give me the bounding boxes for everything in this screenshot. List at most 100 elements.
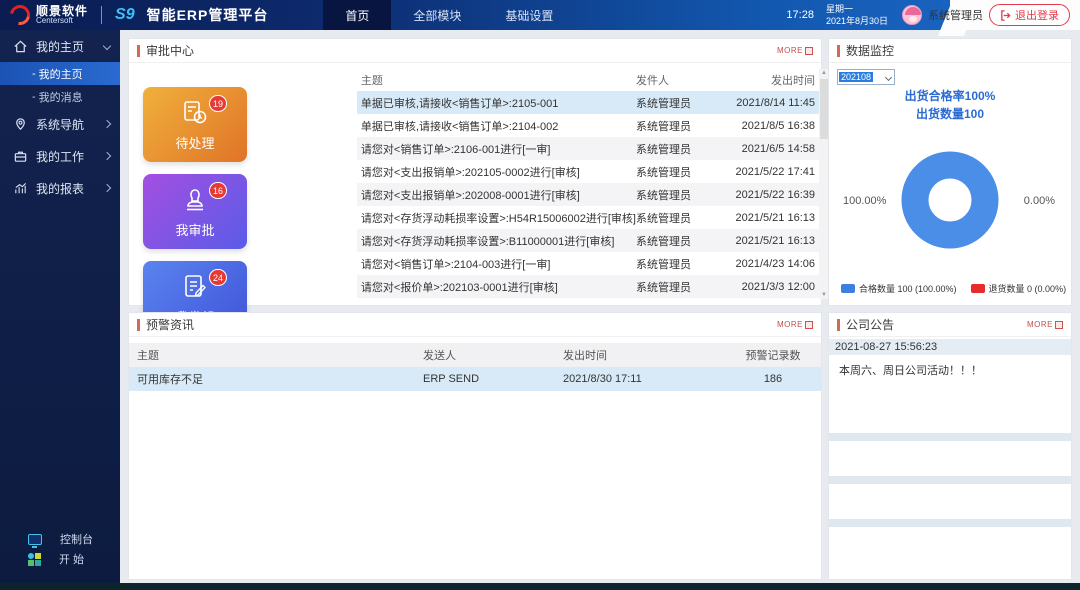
sidebar-item-label: 系统导航 — [36, 116, 96, 133]
clock-time: 17:28 — [786, 9, 814, 21]
more-label: MORE — [777, 320, 803, 329]
my-approvals-badge: 16 — [209, 182, 227, 199]
table-row[interactable]: 请您对<销售订单>:2106-001进行[一审] 系统管理员 2021/6/5 … — [357, 137, 819, 160]
announcements-title: 公司公告 — [846, 316, 894, 333]
more-icon — [1055, 321, 1063, 329]
table-row[interactable]: 单据已审核,请接收<销售订单>:2105-001 系统管理员 2021/8/14… — [357, 91, 819, 114]
tab-all-modules[interactable]: 全部模块 — [391, 0, 483, 30]
more-label: MORE — [777, 46, 803, 55]
bottom-bar — [0, 583, 1080, 590]
period-select[interactable]: 202108 — [837, 69, 895, 85]
announcements-more-link[interactable]: MORE — [1027, 320, 1063, 329]
panel-accent — [837, 45, 840, 57]
chevron-down-icon — [885, 73, 892, 80]
chevron-right-icon — [103, 120, 111, 128]
approval-center-panel: 审批中心 MORE 19 待处理 16 — [128, 38, 822, 306]
app-title: 智能ERP管理平台 — [147, 5, 269, 25]
chart-legend: 合格数量 100 (100.00%) 退货数量 0 (0.00%) — [841, 282, 1066, 295]
logout-button[interactable]: 退出登录 — [989, 4, 1070, 26]
sidebar-item-label: 我的主页 — [36, 38, 96, 55]
chevron-down-icon — [103, 42, 111, 50]
empty-announcement-divider — [829, 519, 1071, 527]
table-row[interactable]: 请您对<支出报销单>:202105-0002进行[审核] 系统管理员 2021/… — [357, 160, 819, 183]
alerts-more-link[interactable]: MORE — [777, 320, 813, 329]
col-subject: 主题 — [137, 347, 423, 363]
col-count: 预警记录数 — [733, 347, 813, 363]
start-icon — [28, 553, 41, 566]
col-time: 发出时间 — [721, 72, 819, 88]
alerts-table-header: 主题 发送人 发出时间 预警记录数 — [129, 343, 821, 367]
date-text: 2021年8月30日 — [826, 15, 888, 27]
console-label: 控制台 — [60, 531, 93, 547]
approval-table: 主题 发件人 发出时间 单据已审核,请接收<销售订单>:2105-001 系统管… — [351, 63, 821, 306]
briefcase-icon — [13, 149, 28, 164]
console-icon — [28, 534, 42, 545]
sidebar-item-my-reports[interactable]: 我的报表 — [0, 172, 120, 204]
sidebar-item-my-work[interactable]: 我的工作 — [0, 140, 120, 172]
approval-more-link[interactable]: MORE — [777, 46, 813, 55]
monitor-summary: 出货合格率100% 出货数量100 — [829, 87, 1071, 123]
announcement-content[interactable]: 本周六、周日公司活动！！！ — [829, 355, 1071, 398]
col-subject: 主题 — [357, 72, 636, 88]
logo-divider — [101, 6, 102, 24]
more-icon — [805, 47, 813, 55]
table-row[interactable]: 请您对<存货浮动耗损率设置>:B11000001进行[审核] 系统管理员 202… — [357, 229, 819, 252]
col-sender: 发件人 — [636, 72, 721, 88]
company-logo-icon — [6, 1, 34, 29]
legend-swatch-blue — [841, 284, 855, 293]
logo-en-text: Centersoft — [36, 17, 88, 25]
doc-clock-icon — [180, 98, 210, 128]
tab-base-settings[interactable]: 基础设置 — [483, 0, 575, 30]
table-row[interactable]: 请您对<存货浮动耗损率设置>:H54R15006002进行[审核] 系统管理员 … — [357, 206, 819, 229]
tile-label: 我审批 — [175, 220, 214, 239]
sidebar-subitem-my-messages[interactable]: 我的消息 — [0, 85, 120, 108]
approval-center-title: 审批中心 — [146, 42, 194, 59]
user-avatar[interactable] — [902, 5, 922, 25]
announcement-date: 2021-08-27 15:56:23 — [829, 339, 1071, 355]
sidebar-item-my-home[interactable]: 我的主页 — [0, 30, 120, 62]
table-row[interactable]: 请您对<报价单>:202103-0001进行[审核] 系统管理员 2021/3/… — [357, 275, 819, 298]
legend-label: 合格数量 100 (100.00%) — [859, 282, 957, 295]
donut-svg — [889, 139, 1011, 261]
doc-edit-icon — [180, 272, 210, 302]
sidebar-item-label: 我的工作 — [36, 148, 96, 165]
tile-my-approvals[interactable]: 16 我审批 — [143, 174, 247, 249]
sidebar-subitem-my-home[interactable]: 我的主页 — [0, 62, 120, 85]
approval-tiles: 19 待处理 16 我审批 24 — [129, 63, 351, 306]
col-sender: 发送人 — [423, 347, 563, 363]
bar-chart-icon — [13, 181, 28, 196]
chevron-right-icon — [103, 152, 111, 160]
top-bar: 顺景软件 Centersoft S9 智能ERP管理平台 首页 全部模块 基础设… — [0, 0, 1080, 30]
donut-chart: 100.00% 0.00% — [829, 139, 1071, 269]
location-pin-icon — [13, 117, 28, 132]
s9-logo: S9 — [115, 6, 135, 24]
sidebar-item-system-nav[interactable]: 系统导航 — [0, 108, 120, 140]
start-button[interactable]: 开 始 — [0, 549, 120, 569]
legend-label: 退货数量 0 (0.00%) — [989, 282, 1067, 295]
more-label: MORE — [1027, 320, 1053, 329]
panel-accent — [137, 319, 140, 331]
chevron-right-icon — [103, 184, 111, 192]
announcements-panel: 公司公告 MORE 2021-08-27 15:56:23 本周六、周日公司活动… — [828, 312, 1072, 580]
sidebar: 我的主页 我的主页 我的消息 系统导航 我的工作 我的报表 控制台 — [0, 30, 120, 583]
pending-badge: 19 — [209, 95, 227, 112]
tab-home[interactable]: 首页 — [323, 0, 391, 30]
alerts-title: 预警资讯 — [146, 316, 194, 333]
donut-right-label: 0.00% — [1024, 195, 1055, 207]
table-row[interactable]: 请您对<支出报销单>:202008-0001进行[审核] 系统管理员 2021/… — [357, 183, 819, 206]
tile-pending[interactable]: 19 待处理 — [143, 87, 247, 162]
weekday-text: 星期一 — [826, 3, 888, 15]
user-zone: 系统管理员 退出登录 — [902, 4, 1080, 26]
panel-accent — [837, 319, 840, 331]
scroll-thumb[interactable] — [820, 79, 828, 139]
initiated-badge: 24 — [209, 269, 227, 286]
alerts-panel: 预警资讯 MORE 主题 发送人 发出时间 预警记录数 可用库存不足 ERP S… — [128, 312, 822, 580]
table-row[interactable]: 单据已审核,请接收<销售订单>:2104-002 系统管理员 2021/8/5 … — [357, 114, 819, 137]
table-row[interactable]: 请您对<销售订单>:2104-003进行[一审] 系统管理员 2021/4/23… — [357, 252, 819, 275]
main-nav: 首页 全部模块 基础设置 — [323, 0, 575, 30]
alert-row[interactable]: 可用库存不足 ERP SEND 2021/8/30 17:11 186 — [129, 367, 821, 391]
empty-announcement-divider — [829, 476, 1071, 484]
approval-table-header: 主题 发件人 发出时间 — [357, 69, 819, 91]
user-name: 系统管理员 — [928, 7, 983, 23]
console-button[interactable]: 控制台 — [0, 529, 120, 549]
